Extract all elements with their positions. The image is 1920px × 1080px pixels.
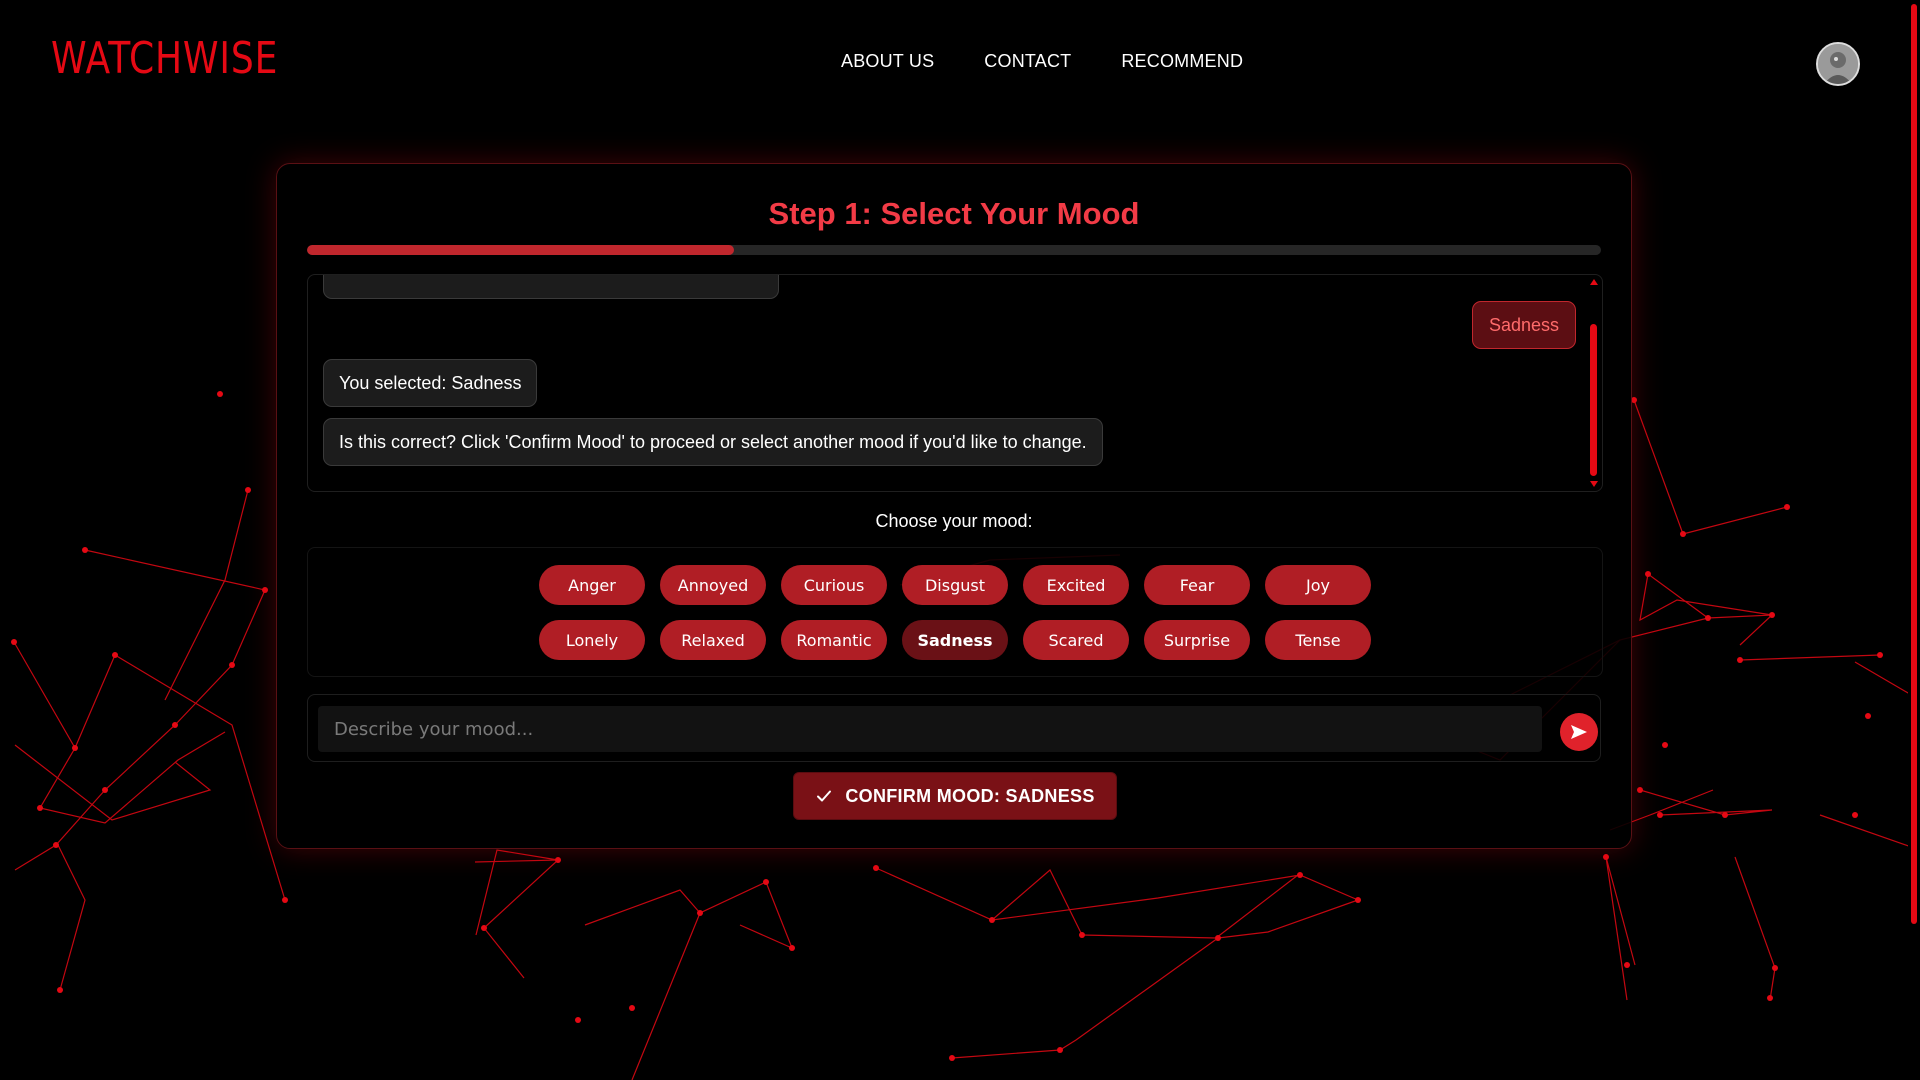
send-button[interactable] — [1560, 713, 1598, 751]
mood-chip-excited[interactable]: Excited — [1023, 565, 1129, 605]
bot-message-selected: You selected: Sadness — [323, 359, 538, 407]
progress-fill — [307, 245, 735, 255]
mood-options: Anger Annoyed Curious Disgust Excited Fe… — [307, 547, 1603, 677]
mood-row-2: Lonely Relaxed Romantic Sadness Scared S… — [308, 620, 1602, 660]
mood-description-input[interactable] — [318, 706, 1542, 752]
mood-chip-scared[interactable]: Scared — [1023, 620, 1129, 660]
brand-logo[interactable]: WATCHWISE — [51, 33, 278, 84]
user-message-bubble: Sadness — [1471, 301, 1576, 349]
user-avatar[interactable] — [1816, 42, 1860, 86]
nav-contact[interactable]: CONTACT — [984, 51, 1071, 72]
confirm-mood-button[interactable]: CONFIRM MOOD: SADNESS — [793, 772, 1117, 820]
page-scrollbar-thumb[interactable] — [1911, 4, 1917, 924]
mood-chip-sadness[interactable]: Sadness — [902, 620, 1008, 660]
choose-mood-label: Choose your mood: — [875, 511, 1033, 531]
mood-chip-disgust[interactable]: Disgust — [902, 565, 1008, 605]
chat-scrollbar[interactable] — [1588, 275, 1600, 491]
mood-chip-romantic[interactable]: Romantic — [781, 620, 887, 660]
bot-message-confirm-prompt: Is this correct? Click 'Confirm Mood' to… — [323, 418, 1103, 466]
send-arrow-icon — [1571, 725, 1587, 739]
check-icon — [817, 790, 832, 802]
mood-chip-joy[interactable]: Joy — [1265, 565, 1371, 605]
mood-chip-lonely[interactable]: Lonely — [539, 620, 645, 660]
main-nav: ABOUT US CONTACT RECOMMEND — [841, 51, 1243, 72]
nav-about-us[interactable]: ABOUT US — [841, 51, 934, 72]
page-scrollbar[interactable] — [1908, 0, 1920, 1080]
chat-window: Sadness You selected: Sadness Is this co… — [307, 274, 1603, 492]
mood-chip-tense[interactable]: Tense — [1265, 620, 1371, 660]
mood-chip-anger[interactable]: Anger — [539, 565, 645, 605]
scroll-up-arrow-icon[interactable] — [1590, 279, 1598, 285]
mood-chip-fear[interactable]: Fear — [1144, 565, 1250, 605]
chat-bubble-previous — [323, 275, 779, 299]
step-title: Step 1: Select Your Mood — [768, 196, 1140, 231]
mood-panel: Step 1: Select Your Mood Sadness You sel… — [276, 163, 1632, 849]
mood-input-row — [307, 694, 1601, 762]
nav-recommend[interactable]: RECOMMEND — [1121, 51, 1243, 72]
mood-chip-surprise[interactable]: Surprise — [1144, 620, 1250, 660]
page: WATCHWISE ABOUT US CONTACT RECOMMEND Ste… — [0, 0, 1920, 1080]
mood-chip-curious[interactable]: Curious — [781, 565, 887, 605]
avatar-icon — [1818, 44, 1858, 84]
chat-scrollbar-thumb[interactable] — [1590, 324, 1597, 476]
mood-chip-annoyed[interactable]: Annoyed — [660, 565, 766, 605]
scroll-down-arrow-icon[interactable] — [1590, 481, 1598, 487]
mood-row-1: Anger Annoyed Curious Disgust Excited Fe… — [308, 565, 1602, 605]
progress-bar — [307, 245, 1601, 255]
mood-chip-relaxed[interactable]: Relaxed — [660, 620, 766, 660]
confirm-mood-label: CONFIRM MOOD: SADNESS — [845, 785, 1095, 806]
